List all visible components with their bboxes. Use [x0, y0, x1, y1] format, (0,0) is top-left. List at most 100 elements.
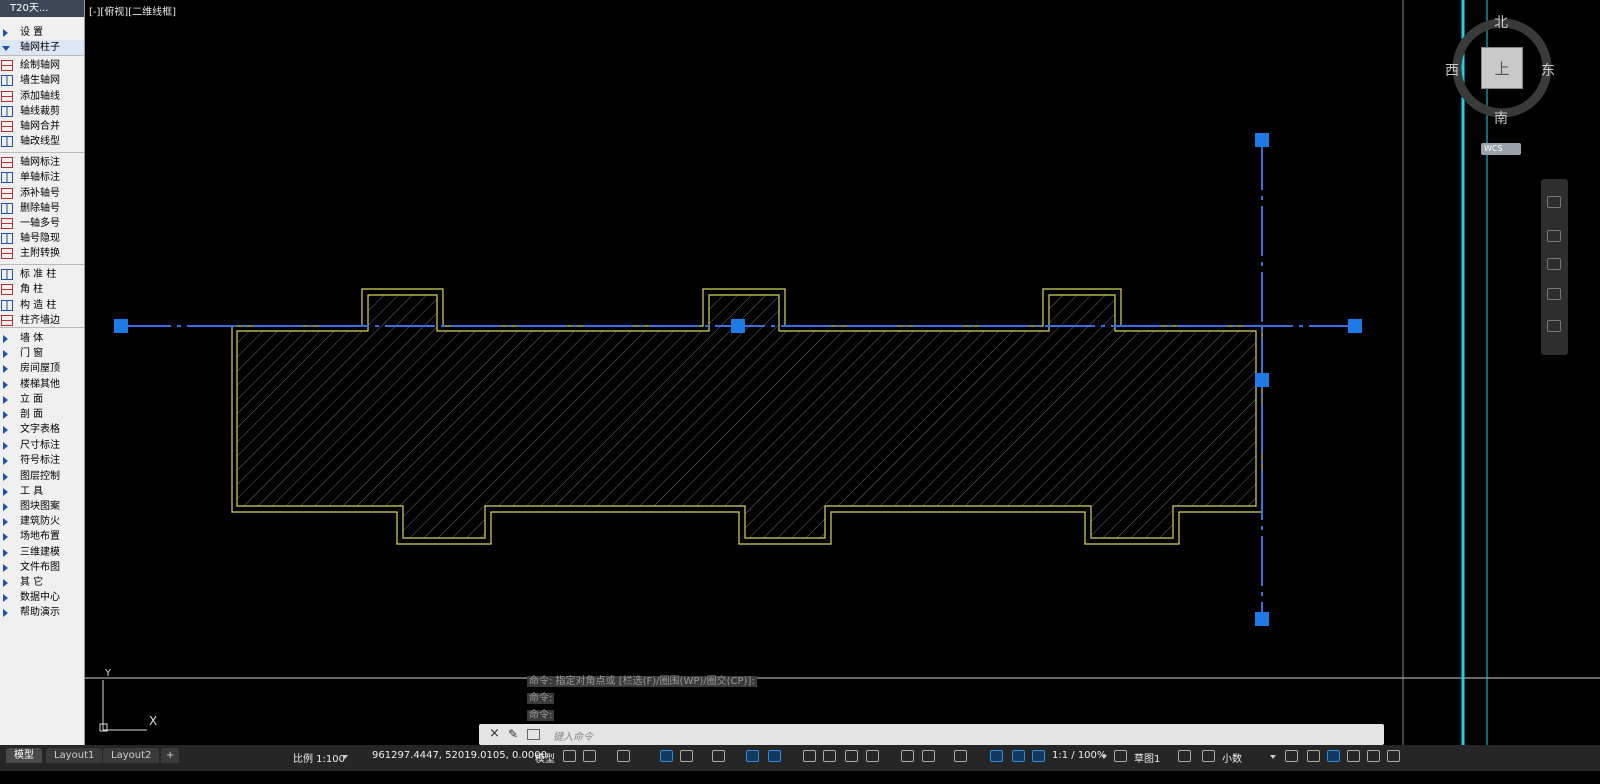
tab-model[interactable]: 模型 — [6, 748, 42, 763]
palette-item[interactable]: 设 置 — [0, 25, 84, 40]
palette-item[interactable]: 单轴标注 — [0, 170, 84, 185]
drawing-canvas[interactable] — [0, 0, 1600, 784]
selection-cycling-icon[interactable] — [845, 750, 858, 762]
auto-scale-icon[interactable] — [1012, 750, 1025, 762]
ortho-icon[interactable] — [660, 750, 673, 762]
palette-item[interactable]: 房间屋顶 — [0, 361, 84, 376]
lock-ui-icon[interactable] — [1307, 750, 1320, 762]
object-snap-tracking-icon[interactable] — [746, 750, 759, 762]
palette-item[interactable]: 建筑防火 — [0, 514, 84, 529]
units-icon[interactable] — [1202, 750, 1215, 762]
palette-item[interactable]: 主附转换 — [0, 246, 84, 261]
orbit-icon[interactable] — [1547, 288, 1561, 300]
viewport-controls-label[interactable]: [-][俯视][二维线框] — [89, 3, 176, 18]
viewcube-west[interactable]: 西 — [1445, 60, 1459, 80]
palette-item[interactable]: 立 面 — [0, 392, 84, 407]
palette-item[interactable]: 轴网标注 — [0, 155, 84, 170]
showmotion-icon[interactable] — [1547, 320, 1561, 332]
chevron-down-icon[interactable] — [1270, 755, 1276, 759]
palette-item[interactable]: 场地布置 — [0, 529, 84, 544]
isodraft-icon[interactable] — [712, 750, 725, 762]
tab-add[interactable]: + — [161, 748, 180, 763]
viewcube-top-face[interactable]: 上 — [1481, 47, 1523, 89]
palette-item[interactable]: 轴网柱子 — [0, 40, 84, 55]
workspace-selector[interactable]: 草图1 — [1134, 750, 1160, 765]
palette-item[interactable]: 柱齐墙边 — [0, 313, 84, 328]
dynamic-ucs-icon[interactable] — [901, 750, 914, 762]
annotation-scale-selector[interactable]: 1:1 / 100% — [1052, 750, 1106, 761]
isolate-objects-icon[interactable] — [1327, 750, 1340, 762]
customize-wrench-icon[interactable]: ✎ — [508, 727, 518, 741]
steering-wheel-icon[interactable] — [1547, 196, 1561, 208]
palette-item[interactable]: 轴网合并 — [0, 119, 84, 134]
palette-item[interactable]: 图层控制 — [0, 469, 84, 484]
infer-icon[interactable] — [617, 750, 630, 762]
scale-selector[interactable]: 比例 1:100 — [293, 750, 345, 765]
viewcube-east[interactable]: 东 — [1541, 60, 1555, 80]
palette-item[interactable]: 轴线裁剪 — [0, 104, 84, 119]
customization-menu-icon[interactable] — [1387, 750, 1400, 762]
palette-item[interactable]: 数据中心 — [0, 590, 84, 605]
units-selector[interactable]: 小数 — [1222, 750, 1242, 765]
palette-item[interactable]: 图块图案 — [0, 499, 84, 514]
palette-item[interactable]: 文件布图 — [0, 560, 84, 575]
palette-item[interactable]: 构 造 柱 — [0, 298, 84, 313]
polar-icon[interactable] — [680, 750, 693, 762]
pan-icon[interactable] — [1547, 230, 1561, 242]
palette-title[interactable]: T20天... — [0, 0, 84, 17]
coordinates-readout[interactable]: 961297.4447, 52019.0105, 0.0000 — [372, 750, 547, 761]
palette-item[interactable]: 文字表格 — [0, 422, 84, 437]
clean-screen-icon[interactable] — [1367, 750, 1380, 762]
palette-item[interactable]: 三维建模 — [0, 545, 84, 560]
grid-icon[interactable] — [563, 750, 576, 762]
snap-icon[interactable] — [583, 750, 596, 762]
palette-item[interactable]: 添补轴号 — [0, 186, 84, 201]
recent-commands-icon[interactable] — [527, 729, 540, 740]
hardware-acceleration-icon[interactable] — [1347, 750, 1360, 762]
grip-bottom[interactable] — [1255, 612, 1269, 626]
palette-item[interactable]: 墙生轴网 — [0, 73, 84, 88]
viewcube-south[interactable]: 南 — [1494, 108, 1508, 128]
tab-layout2[interactable]: Layout2 — [103, 748, 160, 763]
chevron-down-icon[interactable] — [342, 755, 348, 759]
grip-mid-h[interactable] — [731, 319, 745, 333]
palette-item[interactable]: 帮助演示 — [0, 605, 84, 620]
selection-filter-icon[interactable] — [922, 750, 935, 762]
palette-item[interactable]: 墙 体 — [0, 331, 84, 346]
palette-item[interactable]: 标 准 柱 — [0, 267, 84, 282]
annotation-scale-icon[interactable] — [1032, 750, 1045, 762]
palette-item[interactable]: 绘制轴网 — [0, 58, 84, 73]
object-snap-icon[interactable] — [768, 750, 781, 762]
palette-item[interactable]: 门 窗 — [0, 346, 84, 361]
chevron-down-icon[interactable] — [1101, 755, 1107, 759]
3d-osnap-icon[interactable] — [866, 750, 879, 762]
transparency-icon[interactable] — [823, 750, 836, 762]
wcs-menu[interactable]: WCS — [1481, 143, 1521, 155]
palette-item[interactable]: 一轴多号 — [0, 216, 84, 231]
viewcube-north[interactable]: 北 — [1494, 12, 1508, 32]
palette-item[interactable]: 符号标注 — [0, 453, 84, 468]
palette-item[interactable]: 添加轴线 — [0, 89, 84, 104]
quick-properties-icon[interactable] — [1285, 750, 1298, 762]
gizmo-icon[interactable] — [954, 750, 967, 762]
palette-item[interactable]: 轴改线型 — [0, 134, 84, 149]
workspace-gear-icon[interactable] — [1114, 750, 1127, 762]
annotation-visibility-icon[interactable] — [990, 750, 1003, 762]
lineweight-icon[interactable] — [803, 750, 816, 762]
grip-left[interactable] — [114, 319, 128, 333]
grip-top[interactable] — [1255, 133, 1269, 147]
palette-item[interactable]: 工 具 — [0, 484, 84, 499]
palette-item[interactable]: 角 柱 — [0, 282, 84, 297]
palette-item[interactable]: 尺寸标注 — [0, 438, 84, 453]
palette-item[interactable]: 删除轴号 — [0, 201, 84, 216]
model-space-toggle[interactable]: 模型 — [535, 750, 555, 765]
palette-item[interactable]: 楼梯其他 — [0, 377, 84, 392]
zoom-icon[interactable] — [1547, 258, 1561, 270]
close-icon[interactable]: × — [489, 726, 500, 741]
tab-layout1[interactable]: Layout1 — [46, 748, 103, 763]
grip-mid-v[interactable] — [1255, 373, 1269, 387]
palette-item[interactable]: 轴号隐现 — [0, 231, 84, 246]
annotation-monitor-icon[interactable] — [1178, 750, 1191, 762]
palette-item[interactable]: 其 它 — [0, 575, 84, 590]
command-input[interactable] — [553, 726, 1353, 743]
